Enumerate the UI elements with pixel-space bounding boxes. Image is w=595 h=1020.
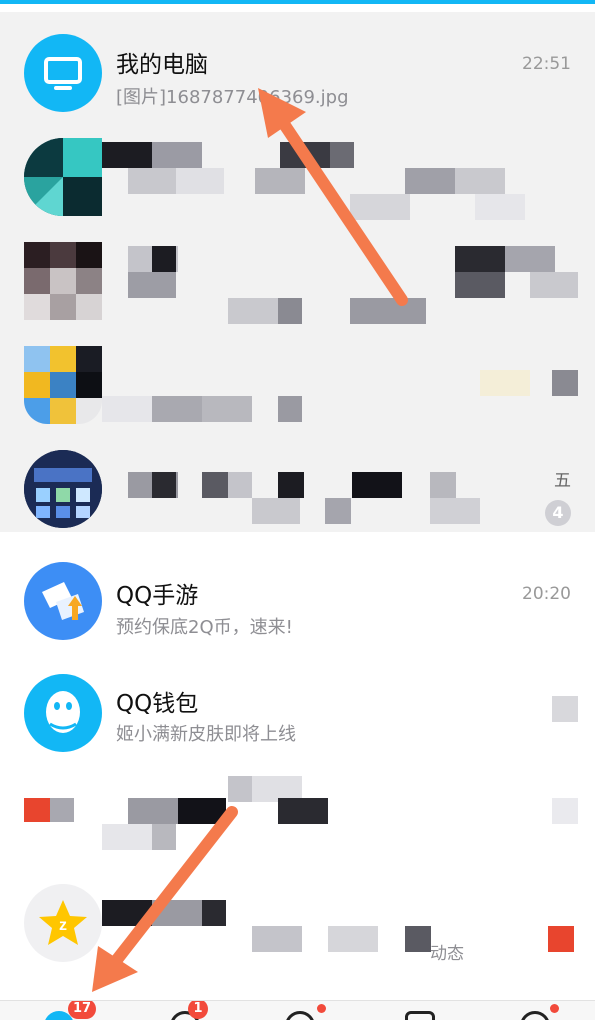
status-accent-bar bbox=[0, 0, 595, 4]
tab-contacts[interactable]: 1 bbox=[170, 1001, 230, 1020]
tab-moments[interactable] bbox=[520, 1001, 570, 1020]
conversation-qq-games[interactable]: QQ手游 预约保底2Q币，速来! 20:20 bbox=[0, 552, 595, 656]
qq-game-icon bbox=[24, 562, 102, 640]
unread-badge: 4 bbox=[545, 500, 571, 526]
tab-messages[interactable]: 17 bbox=[44, 1001, 104, 1020]
pixelated-content bbox=[0, 220, 595, 324]
conversation-qq-wallet[interactable]: QQ钱包 姬小满新皮肤即将上线 bbox=[0, 656, 595, 760]
conversation-redacted[interactable] bbox=[0, 760, 595, 864]
conversation-redacted[interactable] bbox=[0, 324, 595, 428]
moments-icon bbox=[520, 1011, 550, 1020]
contacts-unread-badge: 1 bbox=[188, 1001, 208, 1019]
pixelated-content bbox=[0, 864, 595, 968]
monitor-icon bbox=[24, 34, 102, 112]
conversation-my-computer[interactable]: 我的电脑 [图片]1687877406369.jpg 22:51 bbox=[0, 12, 595, 116]
conversation-qzone[interactable]: z 动态 bbox=[0, 864, 595, 968]
conversation-time: 22:51 bbox=[522, 54, 571, 74]
conversation-title: QQ手游 bbox=[116, 583, 199, 609]
pixelated-content bbox=[0, 324, 595, 428]
conversation-redacted[interactable] bbox=[0, 220, 595, 324]
tab-channels[interactable] bbox=[285, 1001, 335, 1020]
conversation-redacted[interactable]: 五 4 bbox=[0, 428, 595, 532]
bottom-tab-bar: 17 1 bbox=[0, 1000, 595, 1020]
conversation-preview: [图片]1687877406369.jpg bbox=[116, 87, 349, 108]
conversation-redacted[interactable] bbox=[0, 116, 595, 220]
messages-unread-badge: 17 bbox=[68, 1001, 97, 1019]
pixelated-content bbox=[0, 428, 595, 532]
conversation-time: 20:20 bbox=[522, 584, 571, 604]
pixelated-content bbox=[0, 656, 595, 760]
conversation-preview: 动态 bbox=[430, 944, 464, 964]
notification-dot bbox=[550, 1004, 559, 1013]
channel-icon bbox=[285, 1011, 315, 1020]
pixelated-content bbox=[0, 760, 595, 864]
conversation-preview: 预约保底2Q币，速来! bbox=[116, 617, 293, 638]
conversation-time: 五 bbox=[554, 471, 571, 491]
conversation-title: 我的电脑 bbox=[116, 52, 208, 78]
watch-icon bbox=[405, 1011, 435, 1020]
notification-dot bbox=[317, 1004, 326, 1013]
pixelated-content bbox=[0, 116, 595, 220]
tab-watch[interactable] bbox=[405, 1001, 455, 1020]
